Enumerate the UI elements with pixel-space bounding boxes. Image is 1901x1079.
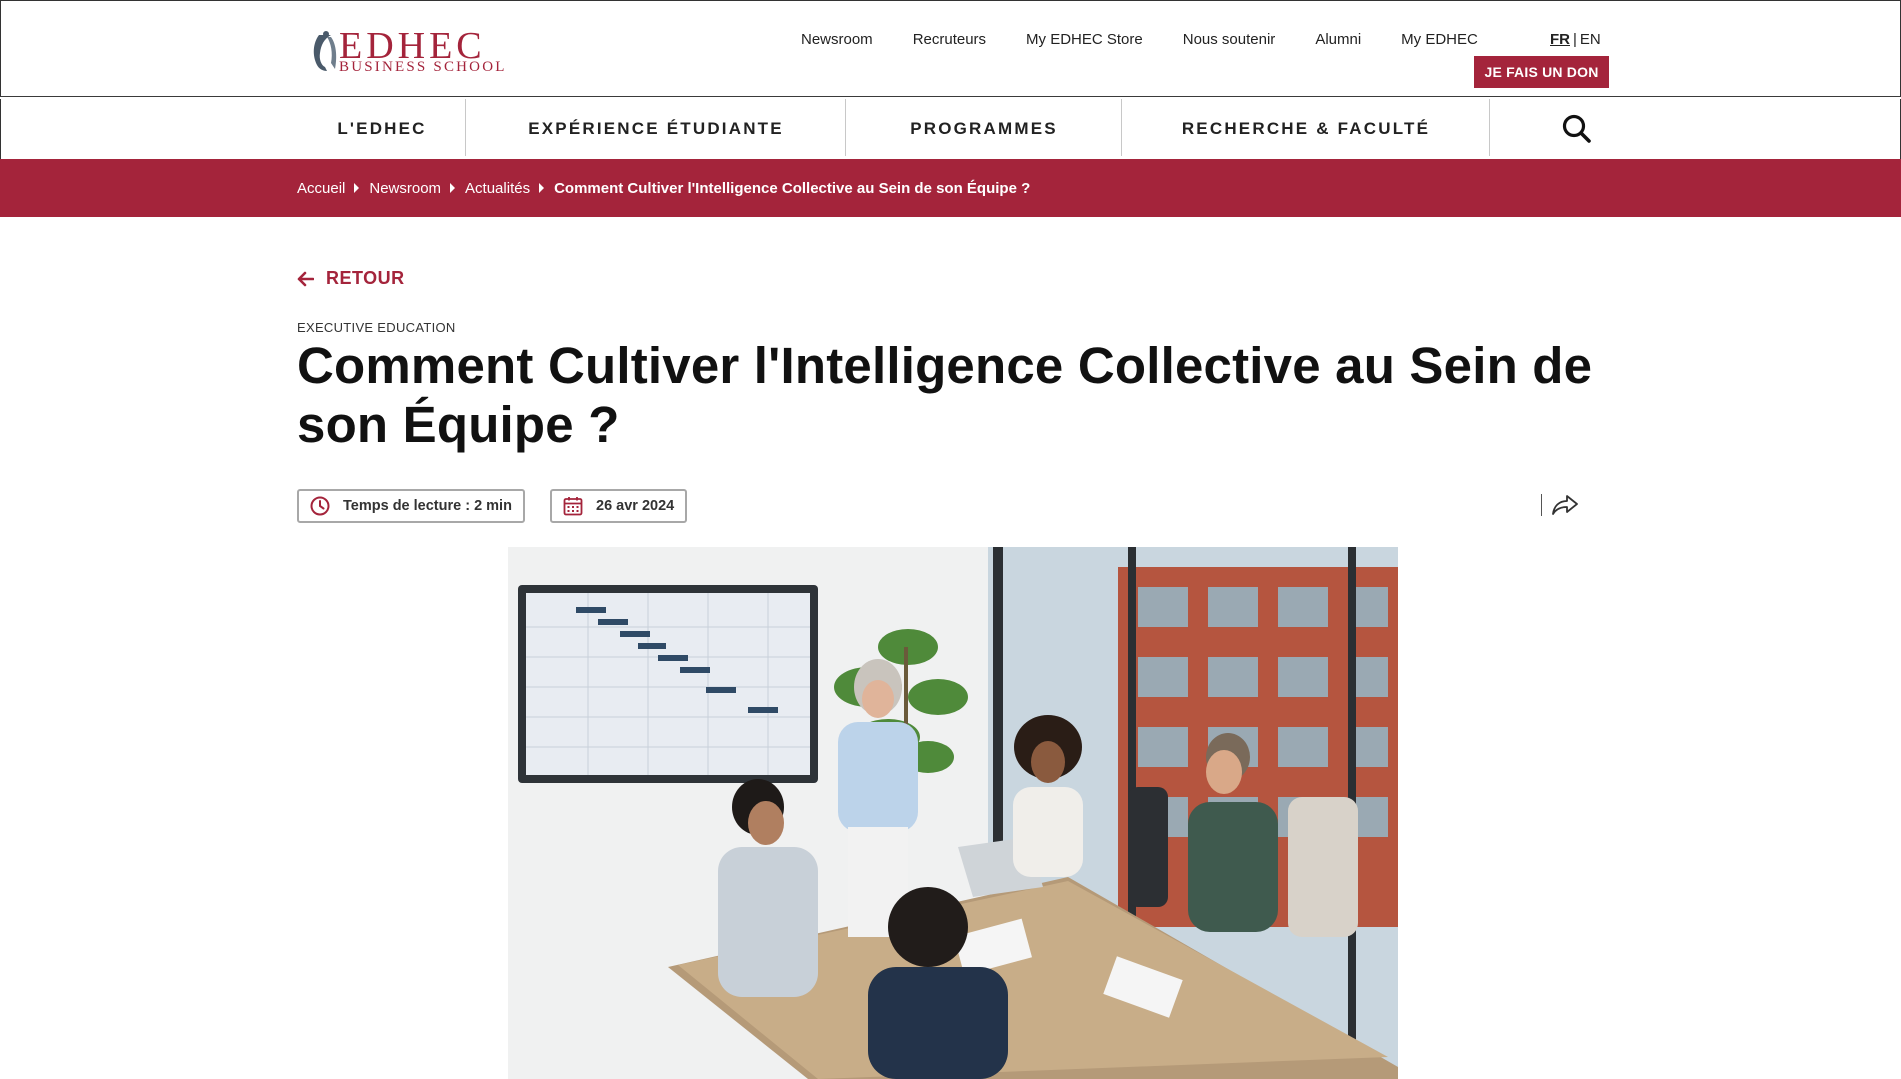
caret-right-icon xyxy=(539,183,545,193)
top-link-store[interactable]: My EDHEC Store xyxy=(1026,31,1143,48)
nav-divider xyxy=(1489,99,1490,156)
back-link[interactable]: RETOUR xyxy=(297,268,405,289)
top-link-newsroom[interactable]: Newsroom xyxy=(801,31,873,48)
logo-subtitle: BUSINESS SCHOOL xyxy=(339,59,507,75)
article-hero-image xyxy=(508,547,1398,1079)
breadcrumb: Accueil Newsroom Actualités Comment Cult… xyxy=(297,159,1030,217)
nav-item-edhec[interactable]: L'EDHEC xyxy=(298,99,466,159)
share-divider xyxy=(1541,494,1542,516)
top-link-alumni[interactable]: Alumni xyxy=(1315,31,1361,48)
share-icon[interactable] xyxy=(1551,494,1579,516)
language-switcher: FR | EN xyxy=(1550,31,1601,48)
logo-mark-icon xyxy=(313,31,337,71)
breadcrumb-item-accueil[interactable]: Accueil xyxy=(297,180,345,197)
caret-right-icon xyxy=(354,183,360,193)
reading-time: Temps de lecture : 2 min xyxy=(343,498,512,514)
edhec-logo[interactable]: EDHEC BUSINESS SCHOOL xyxy=(309,27,509,77)
lang-en[interactable]: EN xyxy=(1580,31,1601,48)
nav-item-recherche-faculte[interactable]: RECHERCHE & FACULTÉ xyxy=(1122,99,1490,159)
lang-separator: | xyxy=(1573,31,1577,48)
caret-right-icon xyxy=(450,183,456,193)
breadcrumb-current: Comment Cultiver l'Intelligence Collecti… xyxy=(554,179,1031,197)
search-icon[interactable] xyxy=(1559,111,1595,147)
meeting-photo xyxy=(508,547,1398,1079)
top-link-recruteurs[interactable]: Recruteurs xyxy=(913,31,986,48)
breadcrumb-item-actualites[interactable]: Actualités xyxy=(465,180,530,197)
top-bar: EDHEC BUSINESS SCHOOL Newsroom Recruteur… xyxy=(0,0,1901,97)
clock-icon xyxy=(310,496,330,516)
calendar-icon xyxy=(563,497,583,516)
back-label: RETOUR xyxy=(326,268,405,288)
article-category: EXECUTIVE EDUCATION xyxy=(297,320,456,335)
nav-item-programmes[interactable]: PROGRAMMES xyxy=(846,99,1122,159)
article-title: Comment Cultiver l'Intelligence Collecti… xyxy=(297,337,1593,453)
breadcrumb-item-newsroom[interactable]: Newsroom xyxy=(369,180,441,197)
utility-nav: Newsroom Recruteurs My EDHEC Store Nous … xyxy=(801,31,1518,48)
nav-item-experience-etudiante[interactable]: EXPÉRIENCE ÉTUDIANTE xyxy=(466,99,846,159)
lang-fr[interactable]: FR xyxy=(1550,31,1570,48)
date-badge: 26 avr 2024 xyxy=(550,489,688,523)
arrow-left-icon xyxy=(297,271,314,286)
top-link-my-edhec[interactable]: My EDHEC xyxy=(1401,31,1478,48)
publish-date: 26 avr 2024 xyxy=(596,498,675,514)
breadcrumb-bar: Accueil Newsroom Actualités Comment Cult… xyxy=(0,159,1901,217)
reading-time-badge: Temps de lecture : 2 min xyxy=(297,489,525,523)
top-link-nous-soutenir[interactable]: Nous soutenir xyxy=(1183,31,1276,48)
main-nav: L'EDHEC EXPÉRIENCE ÉTUDIANTE PROGRAMMES … xyxy=(0,99,1901,159)
donate-button[interactable]: JE FAIS UN DON xyxy=(1474,56,1609,88)
